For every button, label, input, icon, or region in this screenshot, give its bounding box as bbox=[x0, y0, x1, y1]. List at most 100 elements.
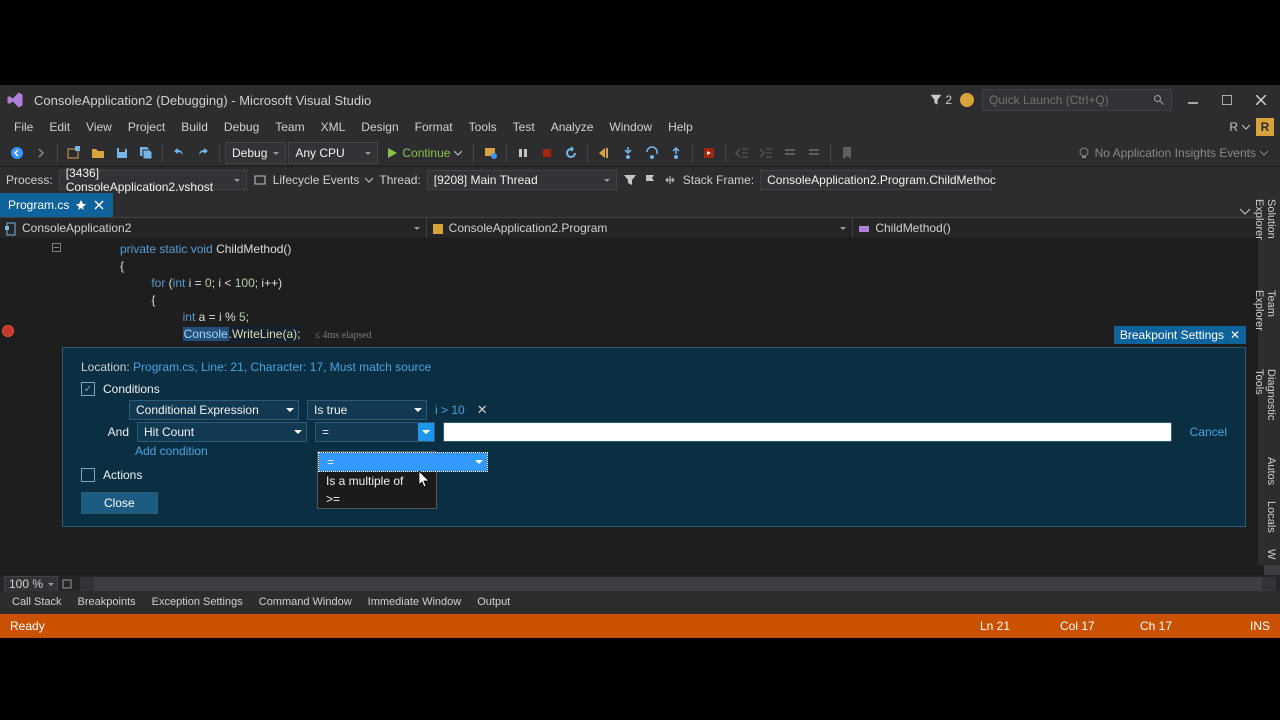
thread-filter-button[interactable] bbox=[623, 173, 637, 187]
nav-back-button[interactable] bbox=[6, 142, 28, 164]
menu-build[interactable]: Build bbox=[173, 115, 216, 139]
menu-debug[interactable]: Debug bbox=[216, 115, 267, 139]
conditions-checkbox[interactable]: ✓ bbox=[81, 382, 95, 396]
tab-immediate-window[interactable]: Immediate Window bbox=[360, 591, 470, 613]
open-file-button[interactable] bbox=[87, 142, 109, 164]
bookmark-clear-button[interactable] bbox=[908, 142, 930, 164]
step-out-button[interactable] bbox=[665, 142, 687, 164]
tab-program-cs[interactable]: Program.cs bbox=[0, 193, 113, 217]
split-icon[interactable] bbox=[62, 579, 72, 589]
menu-test[interactable]: Test bbox=[505, 115, 543, 139]
continue-button[interactable]: Continue bbox=[380, 146, 468, 160]
location-link[interactable]: Program.cs, Line: 21, Character: 17, Mus… bbox=[133, 360, 431, 374]
close-button[interactable]: Close bbox=[81, 492, 158, 514]
menu-tools[interactable]: Tools bbox=[461, 115, 505, 139]
step-over-button[interactable] bbox=[641, 142, 663, 164]
member-dropdown[interactable]: ChildMethod() bbox=[853, 218, 1280, 238]
save-all-button[interactable] bbox=[135, 142, 157, 164]
menu-analyze[interactable]: Analyze bbox=[543, 115, 602, 139]
tab-diagnostic-tools[interactable]: Diagnostic Tools bbox=[1258, 363, 1280, 446]
hitcount-op-dropdown-list[interactable]: = Is a multiple of >= bbox=[317, 451, 437, 509]
close-icon[interactable] bbox=[93, 199, 105, 211]
tab-call-stack[interactable]: Call Stack bbox=[4, 591, 70, 613]
process-dropdown[interactable]: [3436] ConsoleApplication2.vshost bbox=[59, 170, 247, 190]
intellitrace-button[interactable] bbox=[698, 142, 720, 164]
dropdown-item-multiple[interactable]: Is a multiple of bbox=[318, 472, 436, 490]
comment-button[interactable] bbox=[779, 142, 801, 164]
scroll-left-button[interactable] bbox=[80, 577, 94, 591]
menu-xml[interactable]: XML bbox=[313, 115, 354, 139]
chevron-down-icon[interactable] bbox=[365, 176, 373, 184]
remove-condition-button[interactable]: ✕ bbox=[477, 402, 488, 418]
tab-locals[interactable]: Locals bbox=[1258, 495, 1280, 539]
code-editor[interactable]: private static void ChildMethod() { for … bbox=[0, 239, 1280, 577]
namespace-dropdown[interactable]: ConsoleApplication2 bbox=[0, 218, 427, 238]
nav-fwd-button[interactable] bbox=[30, 142, 52, 164]
menu-team[interactable]: Team bbox=[267, 115, 312, 139]
quick-launch-input[interactable]: Quick Launch (Ctrl+Q) bbox=[982, 89, 1172, 111]
notification-badge-icon[interactable] bbox=[960, 93, 974, 107]
thread-dropdown[interactable]: [9208] Main Thread bbox=[427, 170, 617, 190]
condition-type-dropdown[interactable]: Conditional Expression bbox=[129, 400, 299, 420]
bookmark-button[interactable] bbox=[836, 142, 858, 164]
step-into-button[interactable] bbox=[617, 142, 639, 164]
menu-edit[interactable]: Edit bbox=[41, 115, 78, 139]
lifecycle-label[interactable]: Lifecycle Events bbox=[273, 173, 360, 187]
lifecycle-icon[interactable] bbox=[253, 173, 267, 187]
user-badge[interactable]: R bbox=[1256, 118, 1274, 136]
tab-autos[interactable]: Autos bbox=[1258, 451, 1280, 491]
undo-button[interactable] bbox=[168, 142, 190, 164]
configuration-dropdown[interactable]: Debug bbox=[225, 142, 286, 164]
tab-command-window[interactable]: Command Window bbox=[251, 591, 360, 613]
hitcount-value-input[interactable] bbox=[443, 422, 1172, 442]
class-dropdown[interactable]: ConsoleApplication2.Program bbox=[427, 218, 854, 238]
stackframe-dropdown[interactable]: ConsoleApplication2.Program.ChildMethoc bbox=[760, 170, 992, 190]
menu-window[interactable]: Window bbox=[601, 115, 660, 139]
dropdown-button-icon[interactable] bbox=[418, 423, 434, 441]
dropdown-item-eq[interactable]: = bbox=[318, 452, 488, 472]
tab-team-explorer[interactable]: Team Explorer bbox=[1258, 284, 1280, 359]
chevron-down-icon[interactable] bbox=[1242, 123, 1250, 131]
save-button[interactable] bbox=[111, 142, 133, 164]
condition-expression[interactable]: i > 10 bbox=[435, 403, 465, 417]
close-icon[interactable]: ✕ bbox=[1230, 328, 1240, 342]
indent-less-button[interactable] bbox=[731, 142, 753, 164]
notification-funnel[interactable]: 2 bbox=[930, 93, 952, 107]
tab-exception-settings[interactable]: Exception Settings bbox=[144, 591, 251, 613]
condition-op-dropdown[interactable]: Is true bbox=[307, 400, 427, 420]
hitcount-op-dropdown[interactable]: = bbox=[315, 422, 435, 442]
menu-design[interactable]: Design bbox=[353, 115, 406, 139]
pause-button[interactable] bbox=[512, 142, 534, 164]
add-condition-link[interactable]: Add condition bbox=[135, 444, 1227, 458]
tab-watch[interactable]: W bbox=[1258, 543, 1280, 565]
zoom-dropdown[interactable]: 100 % bbox=[4, 576, 58, 592]
menu-help[interactable]: Help bbox=[660, 115, 701, 139]
minimize-button[interactable] bbox=[1180, 90, 1206, 110]
pin-icon[interactable] bbox=[75, 199, 87, 211]
actions-checkbox[interactable] bbox=[81, 468, 95, 482]
scroll-right-button[interactable] bbox=[1262, 577, 1276, 591]
maximize-button[interactable] bbox=[1214, 90, 1240, 110]
close-button[interactable] bbox=[1248, 90, 1274, 110]
restart-button[interactable] bbox=[560, 142, 582, 164]
menu-view[interactable]: View bbox=[78, 115, 120, 139]
browser-link-button[interactable] bbox=[479, 142, 501, 164]
horizontal-scrollbar[interactable] bbox=[80, 577, 1276, 591]
tab-breakpoints[interactable]: Breakpoints bbox=[70, 591, 144, 613]
chevron-down-icon[interactable] bbox=[1240, 207, 1250, 217]
menu-format[interactable]: Format bbox=[407, 115, 461, 139]
cancel-link[interactable]: Cancel bbox=[1190, 425, 1227, 439]
tab-output[interactable]: Output bbox=[469, 591, 518, 613]
app-insights-button[interactable]: No Application Insights Events bbox=[1071, 146, 1274, 160]
uncomment-button[interactable] bbox=[803, 142, 825, 164]
editor-gutter[interactable] bbox=[0, 239, 50, 577]
thread-tree-button[interactable] bbox=[663, 173, 677, 187]
breakpoint-settings-tab[interactable]: Breakpoint Settings ✕ bbox=[1114, 326, 1246, 344]
dropdown-item-gte[interactable]: >= bbox=[318, 490, 436, 508]
menu-project[interactable]: Project bbox=[120, 115, 173, 139]
new-project-button[interactable] bbox=[63, 142, 85, 164]
bookmark-prev-button[interactable] bbox=[860, 142, 882, 164]
bookmark-next-button[interactable] bbox=[884, 142, 906, 164]
hitcount-type-dropdown[interactable]: Hit Count bbox=[137, 422, 307, 442]
redo-button[interactable] bbox=[192, 142, 214, 164]
